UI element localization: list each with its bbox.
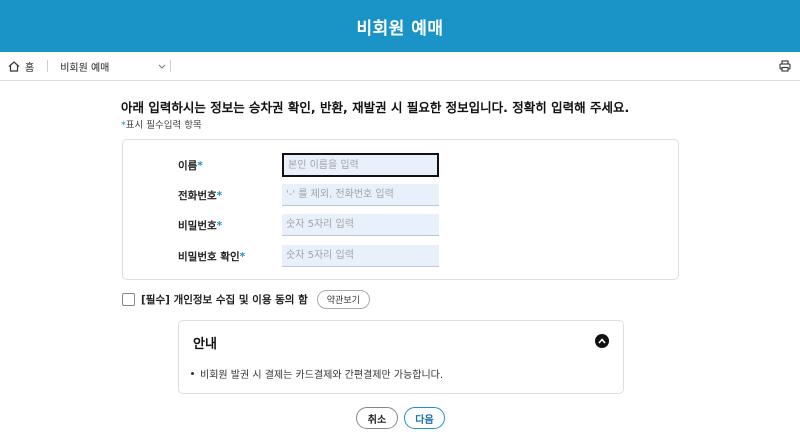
intro-text: 아래 입력하시는 정보는 승차권 확인, 반환, 재발권 시 필요한 정보입니다… [121, 100, 630, 115]
password-input[interactable] [282, 214, 439, 236]
phone-input[interactable] [282, 184, 439, 206]
privacy-agreement: [필수] 개인정보 수집 및 이용 동의 함 약관보기 [122, 290, 370, 309]
privacy-consent-label[interactable]: [필수] 개인정보 수집 및 이용 동의 함 [141, 292, 308, 307]
breadcrumb-divider [47, 60, 49, 72]
booking-form: 이름* 전화번호* 비밀번호* 비밀번호 확인* [122, 139, 679, 280]
bullet [191, 372, 194, 375]
collapse-info-button[interactable] [595, 334, 609, 348]
info-panel: 안내 비회원 발권 시 결제는 카드결제와 간편결제만 가능합니다. [178, 320, 624, 394]
name-input[interactable] [282, 153, 439, 177]
breadcrumb: 홈 비회원 예매 [0, 52, 800, 81]
breadcrumb-page-select[interactable]: 비회원 예매 [60, 59, 166, 74]
password-confirm-row: 비밀번호 확인* [178, 245, 439, 267]
phone-label: 전화번호* [178, 189, 223, 202]
name-label: 이름* [178, 159, 203, 172]
info-item-text: 비회원 발권 시 결제는 카드결제와 간편결제만 가능합니다. [200, 370, 444, 381]
breadcrumb-current-label: 비회원 예매 [60, 62, 110, 74]
page-title: 비회원 예매 [356, 18, 444, 39]
print-button[interactable] [779, 60, 791, 75]
page-header: 비회원 예매 [0, 0, 800, 52]
printer-icon [779, 60, 791, 72]
chevron-down-icon [158, 64, 166, 69]
name-row: 이름* [178, 153, 439, 177]
privacy-consent-checkbox[interactable] [122, 293, 135, 306]
password-confirm-input[interactable] [282, 245, 439, 267]
password-label: 비밀번호* [178, 219, 223, 232]
required-note: *표시 필수입력 항목 [121, 117, 202, 131]
password-confirm-label: 비밀번호 확인* [178, 250, 246, 263]
password-row: 비밀번호* [178, 214, 439, 236]
breadcrumb-divider [170, 60, 172, 72]
breadcrumb-home-label: 홈 [25, 62, 35, 74]
home-icon [8, 60, 20, 72]
chevron-up-icon [598, 338, 606, 344]
view-terms-button[interactable]: 약관보기 [316, 290, 370, 309]
phone-row: 전화번호* [178, 184, 439, 206]
info-title: 안내 [193, 337, 217, 352]
required-note-label: 표시 필수입력 항목 [125, 120, 202, 131]
cancel-button[interactable]: 취소 [356, 407, 398, 429]
info-list-item: 비회원 발권 시 결제는 카드결제와 간편결제만 가능합니다. [191, 366, 443, 381]
next-button[interactable]: 다음 [404, 407, 445, 429]
breadcrumb-home[interactable]: 홈 [8, 59, 34, 74]
